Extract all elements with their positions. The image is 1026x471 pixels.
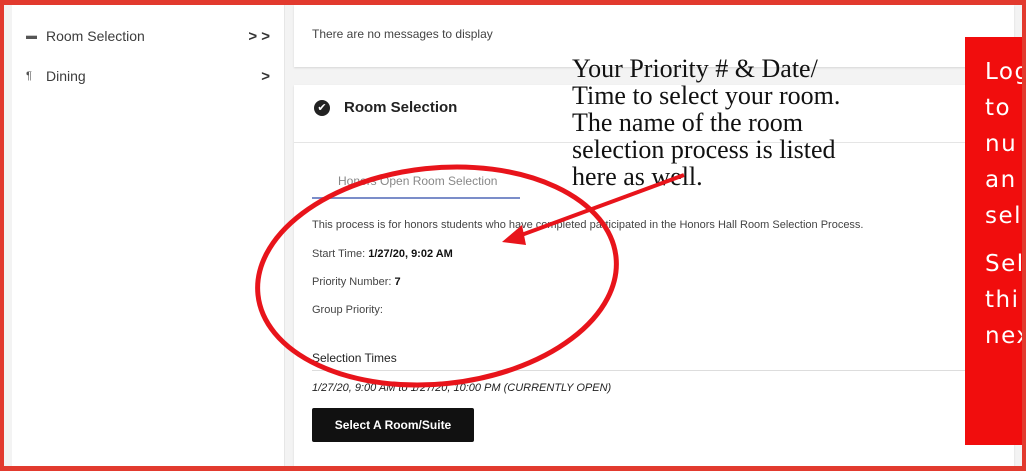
- red-callout-box: Log to nu an sel Sel thi nex: [965, 37, 1022, 445]
- callout-line: an: [985, 167, 1017, 193]
- callout-line: thi: [985, 287, 1020, 313]
- callout-line: nex: [985, 323, 1022, 349]
- arrow-head-icon: [502, 225, 526, 245]
- callout-line: sel: [985, 203, 1022, 229]
- annotation-overlay: [255, 164, 685, 388]
- callout-line: to: [985, 95, 1012, 121]
- callout-line: Log: [985, 59, 1022, 85]
- callout-line: nu: [985, 131, 1018, 157]
- annotation-arrow-line: [515, 173, 685, 239]
- screenshot-frame: ▬ Room Selection > > ¶ Dining > There ar…: [4, 5, 1022, 466]
- highlight-ellipse: [255, 164, 619, 388]
- callout-line: Sel: [985, 251, 1022, 277]
